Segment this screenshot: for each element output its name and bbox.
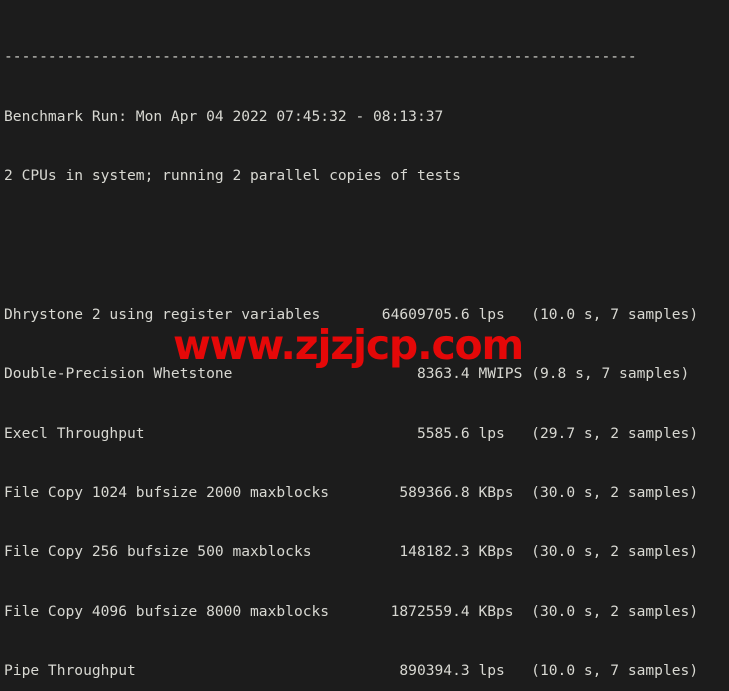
terminal-window[interactable]: ----------------------------------------… bbox=[0, 0, 729, 691]
raw-result-row: Pipe Throughput 890394.3 lps (10.0 s, 7 … bbox=[4, 662, 699, 680]
raw-result-row: Execl Throughput 5585.6 lps (29.7 s, 2 s… bbox=[4, 424, 699, 442]
raw-result-row: Double-Precision Whetstone 8363.4 MWIPS … bbox=[4, 365, 690, 383]
separator-rule-top: ----------------------------------------… bbox=[4, 48, 637, 66]
benchmark-run-line: Benchmark Run: Mon Apr 04 2022 07:45:32 … bbox=[4, 107, 444, 125]
cpu-info-line: 2 CPUs in system; running 2 parallel cop… bbox=[4, 167, 461, 185]
raw-result-row: File Copy 1024 bufsize 2000 maxblocks 58… bbox=[4, 483, 699, 501]
raw-result-row: File Copy 4096 bufsize 8000 maxblocks 18… bbox=[4, 602, 699, 620]
raw-result-row: File Copy 256 bufsize 500 maxblocks 1481… bbox=[4, 543, 699, 561]
raw-result-row: Dhrystone 2 using register variables 646… bbox=[4, 305, 699, 323]
terminal-output: ----------------------------------------… bbox=[4, 0, 698, 691]
